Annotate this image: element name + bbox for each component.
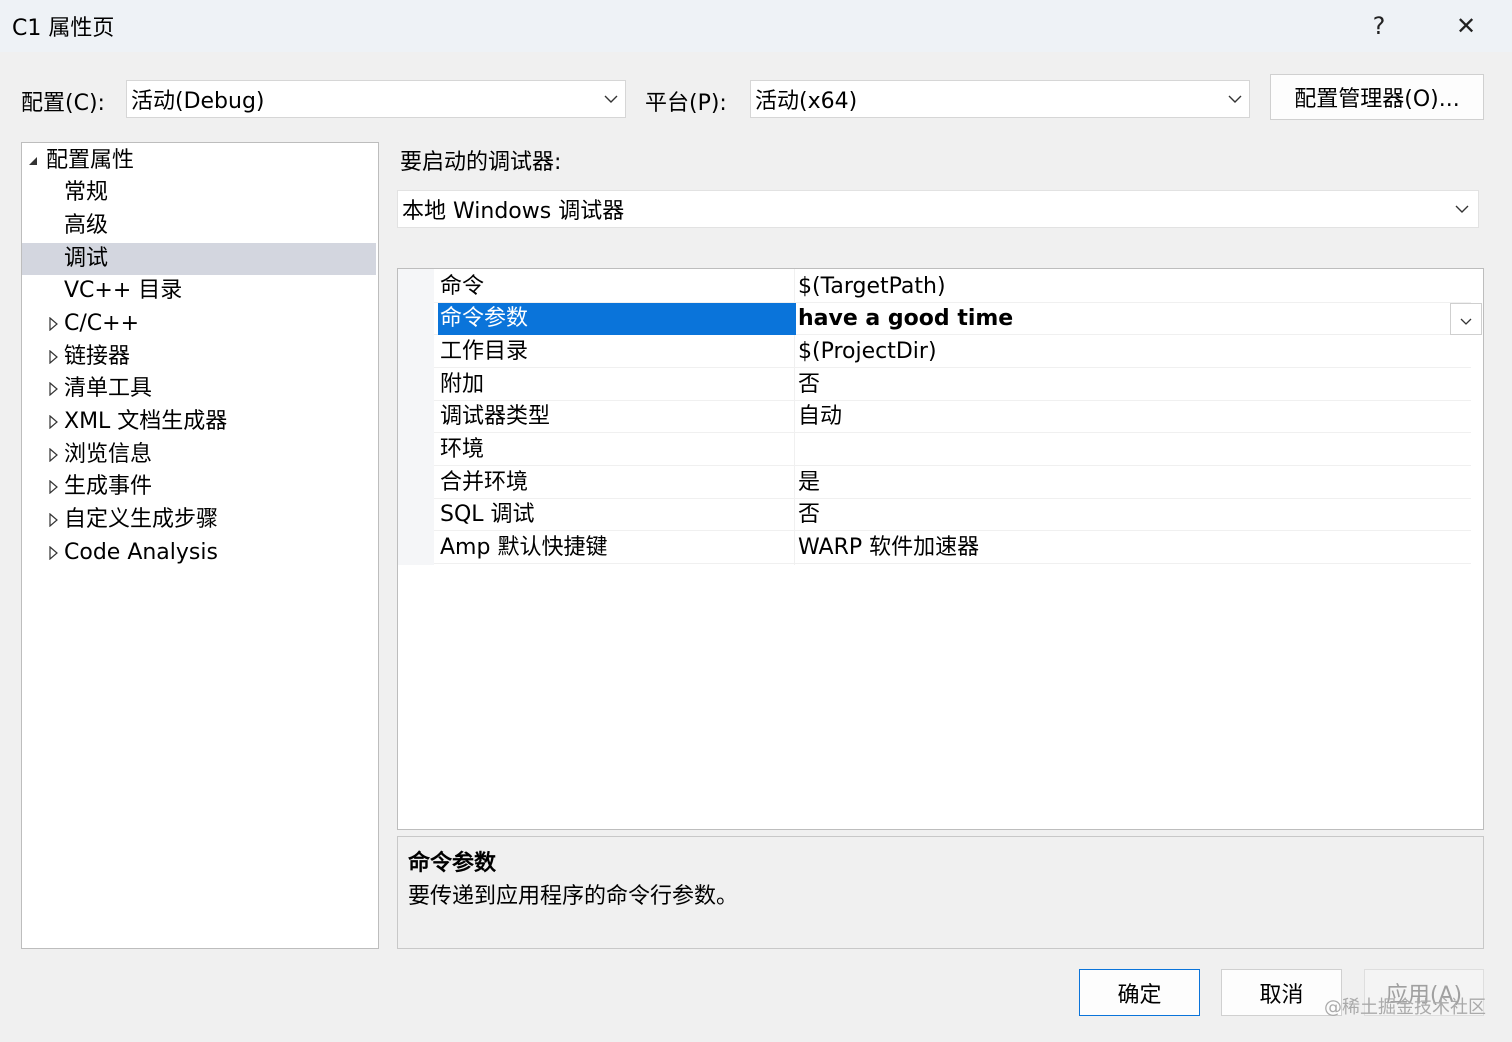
property-tree: 配置属性 常规 高级 调试 VC++ 目录 C/C++ 链接器 清单工具 XML… [21,142,379,949]
property-name: SQL 调试 [440,502,535,527]
debugger-label: 要启动的调试器: [400,150,562,175]
config-value: 活动(Debug) [131,89,265,114]
debugger-select[interactable]: 本地 Windows 调试器 [397,190,1479,228]
property-name: 工作目录 [440,339,529,364]
property-grid: 命令 $(TargetPath) 命令参数 have a good time 工… [397,268,1484,830]
chevron-down-icon [1460,310,1472,329]
property-value: 是 [798,470,821,495]
close-icon: ✕ [1455,12,1477,40]
tree-item-label: 调试 [64,246,109,271]
tree-item-label: 常规 [64,180,109,205]
ok-button[interactable]: 确定 [1079,969,1200,1016]
config-label: 配置(C): [21,91,105,116]
collapsed-triangle-icon[interactable] [46,439,60,471]
property-row-merge-environment[interactable]: 合并环境 是 [434,467,1471,499]
tree-item-manifest-tool[interactable]: 清单工具 [22,373,376,405]
tree-item-debugging[interactable]: 调试 [22,243,376,275]
chevron-down-icon [1446,191,1478,227]
tree-item-general[interactable]: 常规 [22,177,376,209]
property-value: $(ProjectDir) [798,339,937,364]
debugger-value: 本地 Windows 调试器 [402,199,625,224]
tree-item-label: 清单工具 [64,376,153,401]
tree-item-label: 浏览信息 [64,442,153,467]
collapsed-triangle-icon[interactable] [46,341,60,373]
tree-item-xml-doc-generator[interactable]: XML 文档生成器 [22,406,376,438]
tree-item-label: 链接器 [64,344,131,369]
config-select[interactable]: 活动(Debug) [126,80,626,118]
property-name: 命令参数 [438,303,796,335]
tree-item-vc-directories[interactable]: VC++ 目录 [22,275,376,307]
description-panel: 命令参数 要传递到应用程序的命令行参数。 [397,836,1484,949]
property-name: 调试器类型 [440,404,551,429]
tree-item-label: 配置属性 [46,148,135,173]
watermark: @稀土掘金技术社区 [1324,997,1486,1018]
chevron-down-icon [1221,81,1249,117]
collapsed-triangle-icon[interactable] [46,308,60,340]
property-row-amp-default-accelerator[interactable]: Amp 默认快捷键 WARP 软件加速器 [434,532,1471,564]
collapsed-triangle-icon[interactable] [46,504,60,536]
tree-item-advanced[interactable]: 高级 [22,210,376,242]
property-value[interactable]: have a good time [798,303,1013,335]
description-text: 要传递到应用程序的命令行参数。 [408,884,739,909]
collapsed-triangle-icon[interactable] [46,373,60,405]
tree-item-label: C/C++ [64,311,140,336]
platform-label: 平台(P): [645,91,727,116]
tree-item-linker[interactable]: 链接器 [22,341,376,373]
property-row-command[interactable]: 命令 $(TargetPath) [434,271,1471,303]
property-value: 否 [798,372,821,397]
property-dropdown-button[interactable] [1450,303,1482,335]
tree-item-code-analysis[interactable]: Code Analysis [22,537,376,569]
tree-item-label: VC++ 目录 [64,278,183,303]
tree-item-label: 高级 [64,213,109,238]
collapsed-triangle-icon[interactable] [46,537,60,569]
property-value: 自动 [798,404,843,429]
property-name: Amp 默认快捷键 [440,535,608,560]
tree-item-label: 自定义生成步骤 [64,507,219,532]
tree-item-c-cpp[interactable]: C/C++ [22,308,376,340]
tree-item-custom-build-step[interactable]: 自定义生成步骤 [22,504,376,536]
property-name: 合并环境 [440,470,529,495]
property-row-environment[interactable]: 环境 [434,434,1471,466]
property-value: WARP 软件加速器 [798,535,980,560]
grid-gutter [398,269,434,565]
property-name: 命令 [440,274,485,299]
property-name: 环境 [440,437,485,462]
property-value: $(TargetPath) [798,274,946,299]
tree-item-build-events[interactable]: 生成事件 [22,471,376,503]
help-icon: ? [1372,12,1386,40]
collapsed-triangle-icon[interactable] [46,406,60,438]
property-row-sql-debugging[interactable]: SQL 调试 否 [434,499,1471,531]
tree-item-config-properties[interactable]: 配置属性 [22,145,376,177]
property-row-working-directory[interactable]: 工作目录 $(ProjectDir) [434,336,1471,368]
platform-value: 活动(x64) [755,89,858,114]
chevron-down-icon [597,81,625,117]
help-button[interactable]: ? [1357,6,1401,46]
property-value: 否 [798,502,821,527]
config-manager-button[interactable]: 配置管理器(O)... [1270,74,1484,120]
property-row-attach[interactable]: 附加 否 [434,369,1471,401]
tree-item-label: XML 文档生成器 [64,409,228,434]
description-title: 命令参数 [408,851,497,876]
property-row-command-arguments[interactable]: 命令参数 have a good time [434,303,1471,335]
tree-item-label: 生成事件 [64,474,153,499]
property-name: 附加 [440,372,485,397]
platform-select[interactable]: 活动(x64) [750,80,1250,118]
collapsed-triangle-icon[interactable] [46,471,60,503]
expanded-triangle-icon[interactable] [26,145,40,177]
window-title: C1 属性页 [12,16,115,41]
close-button[interactable]: ✕ [1444,6,1488,46]
property-row-debugger-type[interactable]: 调试器类型 自动 [434,401,1471,433]
tree-item-browse-info[interactable]: 浏览信息 [22,439,376,471]
title-bar [0,0,1512,52]
tree-item-label: Code Analysis [64,540,218,565]
